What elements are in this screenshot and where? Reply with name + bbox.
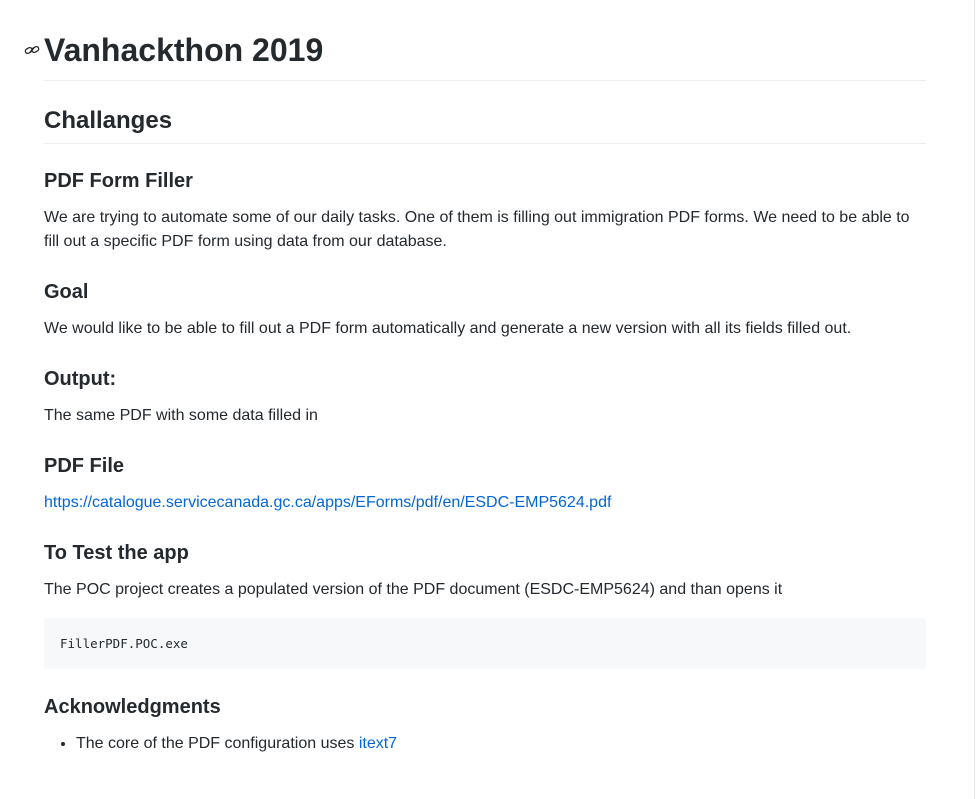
pdf-file-paragraph: https://catalogue.servicecanada.gc.ca/ap… — [44, 491, 926, 515]
link-icon[interactable] — [24, 42, 40, 58]
pdf-file-link[interactable]: https://catalogue.servicecanada.gc.ca/ap… — [44, 494, 611, 511]
test-app-heading: To Test the app — [44, 542, 189, 564]
page-right-border — [974, 0, 975, 799]
output-heading: Output: — [44, 368, 117, 390]
acknowledgment-text: The core of the PDF configuration uses — [76, 735, 359, 752]
code-block[interactable]: FillerPDF.POC.exe — [44, 618, 926, 669]
test-app-text: The POC project creates a populated vers… — [44, 581, 783, 598]
pdf-form-filler-text: We are trying to automate some of our da… — [44, 209, 910, 250]
pdf-file-heading: PDF File — [44, 455, 125, 477]
goal-heading: Goal — [44, 281, 89, 303]
acknowledgments-heading: Acknowledgments — [44, 696, 221, 718]
output-text: The same PDF with some data filled in — [44, 407, 318, 424]
itext7-link[interactable]: itext7 — [359, 735, 397, 752]
acknowledgments-list: The core of the PDF configuration uses i… — [44, 732, 926, 756]
readme-content: Vanhackthon 2019 Challanges PDF Form Fil… — [44, 0, 926, 756]
goal-text: We would like to be able to fill out a P… — [44, 320, 852, 337]
pdf-form-filler-heading: PDF Form Filler — [44, 170, 193, 192]
code-text: FillerPDF.POC.exe — [60, 636, 188, 651]
list-item: The core of the PDF configuration uses i… — [76, 732, 926, 756]
page-title: Vanhackthon 2019 — [44, 0, 926, 81]
challenges-heading: Challanges — [44, 105, 926, 144]
